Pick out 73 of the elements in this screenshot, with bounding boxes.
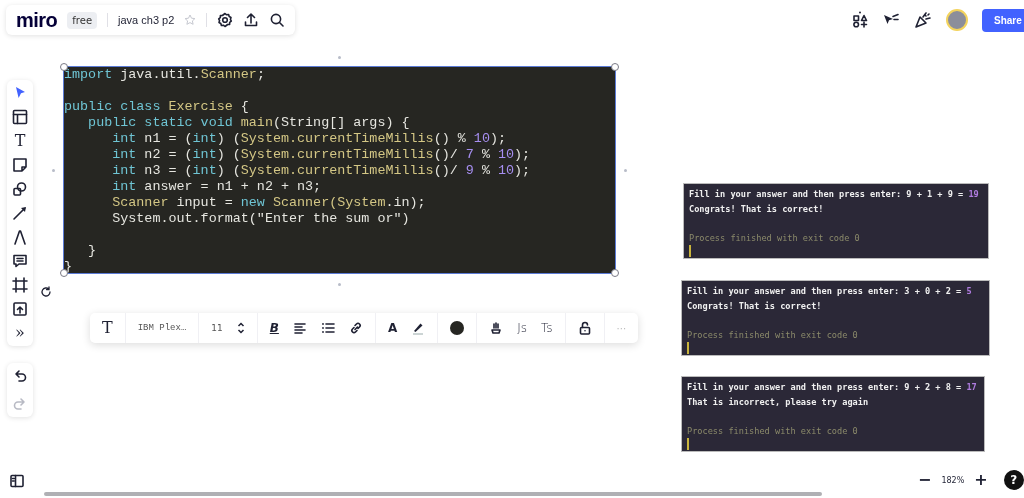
list-icon[interactable] [320, 321, 335, 335]
help-button[interactable]: ? [1003, 470, 1024, 490]
text-format-button[interactable]: T [102, 320, 113, 336]
font-dropdown[interactable]: IBM Plex… [137, 323, 187, 333]
font-size-field[interactable]: 11 [211, 323, 223, 333]
zoom-out-button[interactable]: − [918, 470, 932, 490]
terminal-line: Process finished with exit code 0 [689, 231, 860, 245]
shapes-icon[interactable] [852, 11, 868, 29]
text-cursor [687, 342, 689, 354]
resize-handle[interactable] [60, 63, 68, 71]
board-name[interactable]: java ch3 p2 [118, 14, 175, 26]
shapes-icon[interactable] [11, 180, 29, 198]
terminal-line: Fill in your answer and then press enter: 3 + 0 + 2 = 5 [687, 285, 972, 298]
bold-button[interactable]: B [269, 320, 279, 336]
avatar[interactable] [946, 9, 968, 31]
code-line: System.out.format("Enter the sum or") [111, 211, 410, 227]
text-tool[interactable]: T [11, 132, 29, 150]
upload-icon[interactable] [243, 12, 260, 28]
code-line: int n1 = (int) (System.currentTimeMillis() % 10); [111, 131, 506, 147]
edge-handle[interactable] [338, 56, 341, 59]
code-block[interactable] [64, 67, 615, 273]
language-button[interactable]: Ts [541, 321, 553, 335]
text-color-button[interactable]: A [387, 320, 398, 336]
templates-icon[interactable] [11, 108, 29, 126]
comment-icon[interactable] [11, 252, 29, 270]
text-cursor [687, 438, 689, 450]
resize-handle[interactable] [611, 63, 619, 71]
text-cursor [689, 245, 691, 257]
code-line: import java.util.Scanner; [64, 67, 265, 83]
frame-icon[interactable] [11, 276, 29, 294]
miro-logo[interactable]: miro [16, 8, 58, 32]
upload-icon[interactable] [11, 300, 29, 318]
code-line: public static void main(String[] args) { [87, 115, 410, 131]
code-line: int answer = n1 + n2 + n3; [111, 179, 322, 195]
search-icon[interactable] [269, 12, 286, 28]
highlighter-icon[interactable] [411, 321, 426, 335]
terminal-line: Process finished with exit code 0 [687, 424, 858, 438]
edge-handle[interactable] [52, 169, 55, 172]
share-button[interactable]: Share [982, 8, 1024, 32]
more-tools[interactable]: » [11, 324, 29, 342]
edge-handle[interactable] [338, 283, 341, 286]
scrollbar[interactable] [44, 492, 822, 496]
language-button[interactable]: Js [517, 321, 527, 335]
resize-handle[interactable] [611, 269, 619, 277]
rotate-icon[interactable] [40, 286, 52, 298]
terminal-line: Process finished with exit code 0 [687, 328, 858, 342]
code-line: Scanner input = new Scanner(System.in); [111, 195, 426, 211]
code-line: int n3 = (int) (System.currentTimeMillis()/ 9 % 10); [111, 163, 531, 179]
fill-color-button[interactable] [450, 321, 465, 335]
terminal-line: That is incorrect, please try again [687, 395, 869, 409]
plan-badge: free [67, 11, 98, 29]
code-line: } [87, 243, 97, 259]
align-icon[interactable] [292, 321, 307, 335]
settings-icon[interactable] [217, 12, 234, 28]
party-popper-icon[interactable] [914, 11, 932, 29]
zoom-level[interactable]: 182% [941, 475, 965, 485]
link-icon[interactable] [348, 321, 363, 335]
star-icon[interactable] [184, 14, 197, 26]
terminal-line: Fill in your answer and then press enter: 9 + 2 + 8 = 17 [687, 381, 977, 394]
code-line: public class Exercise { [64, 99, 249, 115]
code-line: int n2 = (int) (System.currentTimeMillis()/ 7 % 10); [111, 147, 531, 163]
pen-icon[interactable] [11, 228, 29, 246]
edge-handle[interactable] [624, 169, 627, 172]
code-settings-icon[interactable] [489, 321, 504, 335]
terminal-line: Congrats! That is correct! [687, 299, 822, 313]
terminal-line: Fill in your answer and then press enter: 9 + 1 + 9 = 19 [689, 188, 979, 201]
sticky-note-icon[interactable] [11, 156, 29, 174]
terminal-line: Congrats! That is correct! [689, 202, 824, 216]
stepper-icon[interactable] [236, 321, 245, 335]
connection-arrow-icon[interactable] [11, 204, 29, 222]
panel-icon[interactable] [9, 473, 25, 489]
lock-icon[interactable] [577, 321, 592, 335]
zoom-in-button[interactable]: + [974, 470, 988, 490]
